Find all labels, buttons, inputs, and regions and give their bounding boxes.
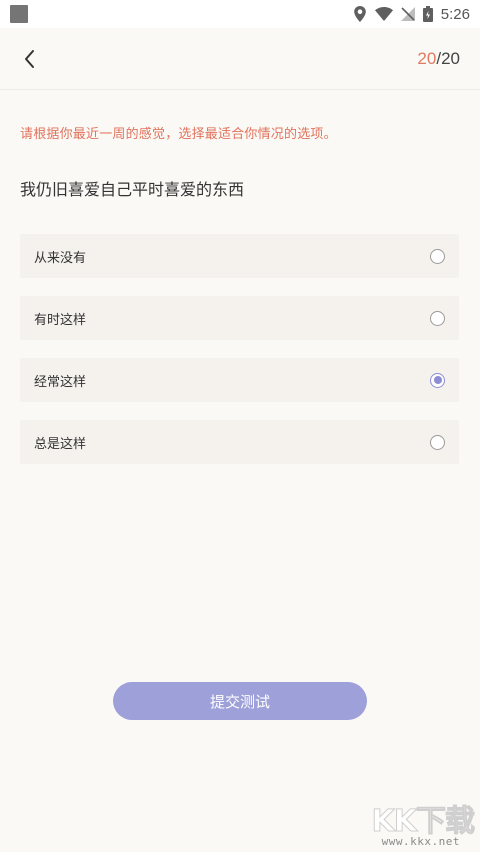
radio-button[interactable] bbox=[430, 434, 445, 450]
option-never[interactable]: 从来没有 bbox=[20, 234, 459, 278]
option-sometimes[interactable]: 有时这样 bbox=[20, 296, 459, 340]
location-icon bbox=[353, 6, 367, 22]
radio-dot bbox=[433, 376, 442, 384]
instruction-text: 请根据你最近一周的感觉，选择最适合你情况的选项。 bbox=[20, 127, 337, 142]
status-bar: 5:26 bbox=[0, 0, 480, 28]
watermark-logo: KK下载 www.kkx.net bbox=[356, 796, 475, 849]
wifi-icon bbox=[374, 7, 393, 21]
status-time: 5:26 bbox=[440, 5, 470, 23]
option-label: 总是这样 bbox=[34, 436, 87, 452]
back-button[interactable] bbox=[16, 45, 44, 73]
question-text: 我仍旧喜爱自己平时喜爱的东西 bbox=[20, 180, 245, 199]
option-often[interactable]: 经常这样 bbox=[20, 358, 459, 402]
watermark-main: KK下载 bbox=[371, 804, 475, 840]
progress-current: 20 bbox=[417, 48, 437, 68]
question-progress: 20/20 bbox=[417, 49, 460, 69]
quiz-content: 请根据你最近一周的感觉，选择最适合你情况的选项。 我仍旧喜爱自己平时喜爱的东西 … bbox=[0, 90, 480, 852]
options-list: 从来没有 有时这样 经常这样 总是这样 bbox=[20, 234, 459, 482]
app-bar: 20/20 bbox=[0, 28, 480, 90]
option-label: 有时这样 bbox=[34, 312, 87, 328]
battery-icon bbox=[422, 6, 433, 22]
notification-square-icon bbox=[10, 5, 28, 23]
chevron-left-icon bbox=[25, 49, 34, 68]
radio-button[interactable] bbox=[430, 310, 445, 326]
radio-button[interactable] bbox=[430, 248, 445, 264]
option-always[interactable]: 总是这样 bbox=[20, 420, 459, 464]
progress-total: 20 bbox=[441, 48, 460, 68]
watermark-url: www.kkx.net bbox=[381, 835, 460, 848]
option-label: 经常这样 bbox=[34, 374, 87, 390]
submit-test-button[interactable]: 提交测试 bbox=[113, 682, 367, 720]
radio-button-checked[interactable] bbox=[430, 372, 445, 388]
option-label: 从来没有 bbox=[34, 250, 87, 266]
no-signal-icon bbox=[400, 7, 415, 21]
